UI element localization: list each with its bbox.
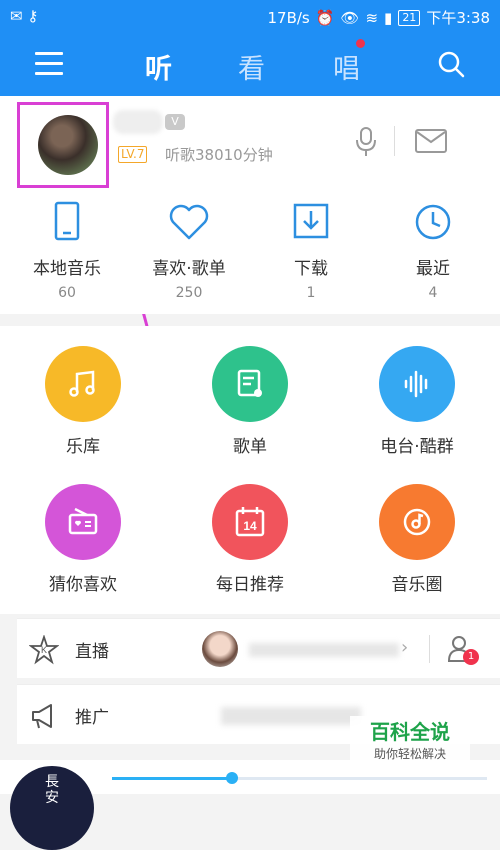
megaphone-icon	[32, 704, 52, 729]
quick-item-label: 本地音乐	[33, 259, 101, 279]
quick-item-label: 下载	[294, 259, 328, 279]
quick-item-download[interactable]: 下载 1	[256, 200, 366, 301]
quick-item-label: 喜欢·歌单	[152, 259, 226, 279]
grid-item-playlist[interactable]: 歌单	[190, 346, 310, 457]
radio-icon	[45, 484, 121, 560]
download-icon	[293, 203, 329, 239]
grid-item-circle[interactable]: 音乐圈	[357, 484, 477, 595]
live-streamer-avatar[interactable]	[202, 631, 238, 667]
grid-item-guess[interactable]: 猜你喜欢	[23, 484, 143, 595]
live-info-blurred	[249, 643, 399, 657]
svg-text:K: K	[41, 645, 47, 655]
music-note-icon	[45, 346, 121, 422]
quick-item-count: 1	[306, 285, 316, 301]
calendar-icon: 14	[212, 484, 288, 560]
quick-item-count: 250	[175, 285, 203, 301]
grid-item-label: 音乐圈	[391, 575, 443, 595]
live-row[interactable]: K 直播 › 1	[17, 618, 500, 678]
chevron-right-icon[interactable]: ›	[401, 637, 408, 658]
quick-item-local[interactable]: 本地音乐 60	[12, 200, 122, 301]
live-label: 直播	[75, 642, 109, 662]
grid-item-label: 猜你喜欢	[49, 575, 117, 595]
album-cover[interactable]: 長 安	[10, 766, 94, 850]
grid-item-label: 歌单	[233, 437, 267, 457]
live-k-icon: K	[29, 635, 59, 665]
progress-knob[interactable]	[226, 772, 238, 784]
album-cover-text: 長 安	[45, 774, 59, 806]
phone-icon	[54, 201, 80, 241]
grid-item-radio[interactable]: 电台·酷群	[357, 346, 477, 457]
calendar-day: 14	[243, 519, 257, 533]
grid-item-label: 电台·酷群	[380, 437, 454, 457]
quick-item-favorites[interactable]: 喜欢·歌单 250	[134, 200, 244, 301]
grid-item-daily[interactable]: 14 每日推荐	[190, 484, 310, 595]
promo-label: 推广	[75, 708, 109, 728]
feature-grid: 乐库 歌单 电台·酷群 猜你喜欢 14 每日推荐 音乐圈	[0, 326, 500, 614]
disc-icon	[379, 484, 455, 560]
quick-access-row: 本地音乐 60 喜欢·歌单 250 下载 1 最近 4	[0, 192, 500, 314]
playlist-icon	[212, 346, 288, 422]
promo-content-blurred	[221, 707, 361, 725]
notification-badge: 1	[463, 649, 479, 665]
heart-icon	[169, 204, 209, 240]
watermark-title: 百科全说	[370, 720, 450, 744]
soundwave-icon	[379, 346, 455, 422]
grid-item-library[interactable]: 乐库	[23, 346, 143, 457]
progress-bar[interactable]	[112, 772, 487, 784]
grid-item-label: 每日推荐	[216, 575, 284, 595]
quick-item-count: 4	[428, 285, 438, 301]
progress-fill	[112, 777, 232, 780]
clock-icon	[415, 204, 451, 240]
quick-item-recent[interactable]: 最近 4	[378, 200, 488, 301]
quick-item-count: 60	[58, 285, 76, 301]
quick-item-label: 最近	[416, 259, 450, 279]
divider	[429, 635, 430, 663]
mini-player[interactable]: 長 安	[0, 760, 500, 850]
grid-item-label: 乐库	[66, 437, 100, 457]
